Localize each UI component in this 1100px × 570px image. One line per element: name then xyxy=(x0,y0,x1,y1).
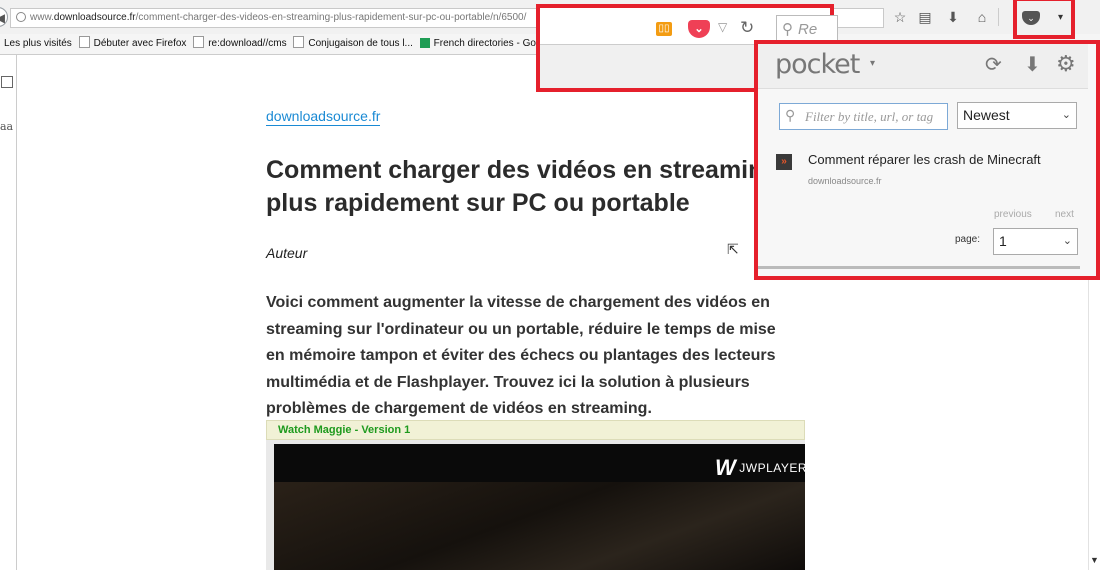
bookmark-redownload-cms[interactable]: re:download//cms xyxy=(193,34,287,54)
list-item-title[interactable]: Comment réparer les crash de Minecraft xyxy=(808,152,1041,167)
video-still[interactable] xyxy=(274,482,805,570)
page-select[interactable]: 1 ⌄ xyxy=(993,228,1078,255)
page-label: page: xyxy=(955,234,981,245)
page-icon xyxy=(78,36,90,48)
filter-input[interactable]: Filter by title, url, or tag xyxy=(779,103,948,130)
reader-font-icon[interactable]: aa xyxy=(0,120,13,133)
search-icon: ⚲ xyxy=(782,21,793,38)
menu-caret-icon[interactable]: ▾ xyxy=(1058,12,1063,23)
url-path: /comment-charger-des-videos-en-streaming… xyxy=(135,12,527,23)
pocket-footer-bar xyxy=(758,266,1080,269)
pocket-logo[interactable]: pocket xyxy=(775,49,860,80)
globe-icon xyxy=(16,12,26,22)
url-prefix: www. xyxy=(30,12,54,23)
scroll-down-arrow-icon[interactable]: ▼ xyxy=(1090,555,1099,565)
sheet-icon xyxy=(419,38,430,48)
bookmark-getting-started[interactable]: Débuter avec Firefox xyxy=(78,34,186,54)
reader-view-icon[interactable]: ▯▯ xyxy=(656,22,672,36)
article-author: Auteur xyxy=(266,245,308,261)
chevron-down-icon: ⌄ xyxy=(1061,109,1071,121)
url-dropdown-icon[interactable]: ▽ xyxy=(718,20,727,34)
download-icon[interactable]: ⬇ xyxy=(944,8,962,26)
toolbar-separator xyxy=(998,8,999,26)
search-box-small[interactable] xyxy=(830,8,884,28)
chevron-down-icon: ⌄ xyxy=(1062,235,1072,247)
list-item-domain: downloadsource.fr xyxy=(808,176,882,186)
library-icon[interactable]: ▤ xyxy=(916,8,934,26)
mouse-cursor-icon: ⇱ xyxy=(727,241,739,257)
star-icon[interactable]: ☆ xyxy=(891,8,909,26)
gear-icon[interactable]: ⚙ xyxy=(1056,51,1076,77)
article-title: Comment charger des vidéos en streaming … xyxy=(266,156,779,217)
jwplayer-logo: W JWPLAYER xyxy=(715,455,808,480)
reload-icon[interactable]: ↻ xyxy=(740,18,754,38)
site-link[interactable]: downloadsource.fr xyxy=(266,108,381,126)
item-favicon-icon: » xyxy=(776,154,792,170)
article-intro: Voici comment augmenter la vitesse de ch… xyxy=(266,294,776,417)
next-link[interactable]: next xyxy=(1055,209,1074,220)
sidebar-toggle-icon[interactable] xyxy=(1,76,13,88)
pocket-menu-caret-icon[interactable]: ▾ xyxy=(870,58,875,69)
bookmark-most-visited[interactable]: Les plus visités xyxy=(4,34,72,54)
home-icon[interactable]: ⌂ xyxy=(973,8,991,26)
search-icon: ⚲ xyxy=(785,107,796,123)
bookmark-french-directories[interactable]: French directories - Go... xyxy=(419,34,544,54)
sort-select[interactable]: Newest ⌄ xyxy=(957,102,1077,129)
video-header: Watch Maggie - Version 1 xyxy=(266,420,805,440)
page-icon xyxy=(293,36,305,48)
video-version: - Version 1 xyxy=(351,424,411,436)
jwplayer-w-icon: W xyxy=(715,455,737,480)
previous-link[interactable]: previous xyxy=(994,209,1032,220)
url-domain: downloadsource.fr xyxy=(53,12,136,23)
bookmark-conjugaison[interactable]: Conjugaison de tous l... xyxy=(293,34,413,54)
download-icon[interactable]: ⬇ xyxy=(1024,52,1041,77)
sync-icon[interactable]: ⟳ xyxy=(985,52,1002,77)
vertical-scrollbar[interactable] xyxy=(1088,270,1100,570)
page-icon xyxy=(193,36,205,48)
url-bar[interactable]: www.downloadsource.fr/comment-charger-de… xyxy=(10,8,541,28)
video-title: Watch Maggie xyxy=(278,424,352,436)
